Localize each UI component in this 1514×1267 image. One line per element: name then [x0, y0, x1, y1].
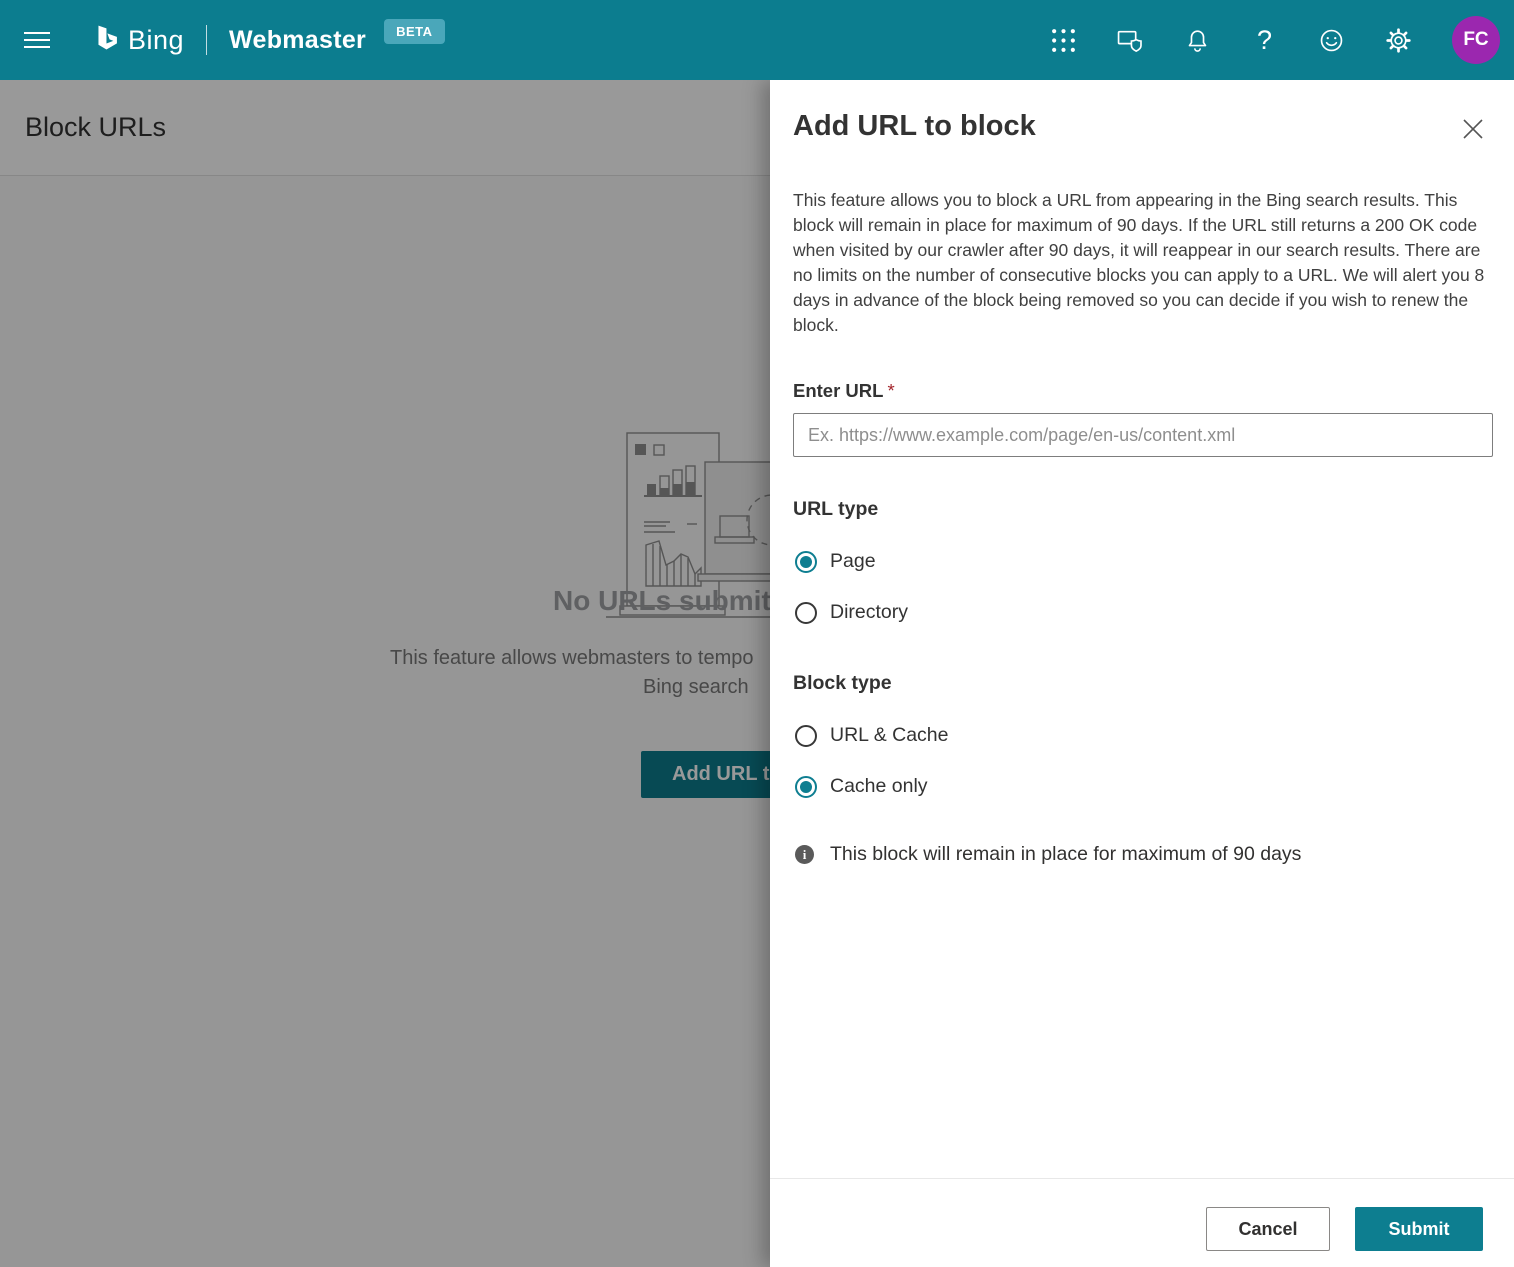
radio-button[interactable] — [795, 602, 817, 624]
required-asterisk: * — [887, 380, 894, 401]
beta-badge: BETA — [384, 19, 444, 44]
top-navigation-bar: Bing Webmaster BETA — [0, 0, 1514, 80]
site-scan-shield-icon[interactable] — [1117, 27, 1144, 54]
radio-button[interactable] — [795, 725, 817, 747]
bing-webmaster-brand[interactable]: Bing Webmaster BETA — [94, 24, 445, 56]
app-window: Bing Webmaster BETA — [0, 0, 1514, 1267]
question-mark-glyph: ? — [1257, 27, 1272, 54]
radio-option-page[interactable]: Page — [795, 550, 876, 573]
submit-button[interactable]: Submit — [1355, 1207, 1483, 1251]
radio-label: Cache only — [830, 775, 928, 798]
topbar-actions: ? — [1050, 16, 1514, 64]
info-icon: i — [795, 845, 814, 864]
feedback-smiley-icon[interactable] — [1318, 27, 1345, 54]
radio-option-directory[interactable]: Directory — [795, 601, 908, 624]
radio-label: Directory — [830, 601, 908, 624]
drawer-description: This feature allows you to block a URL f… — [793, 188, 1493, 338]
hamburger-menu-icon[interactable] — [24, 27, 50, 53]
add-url-to-block-drawer: Add URL to block This feature allows you… — [770, 80, 1514, 1267]
radio-button[interactable] — [795, 551, 817, 573]
radio-option-cache-only[interactable]: Cache only — [795, 775, 928, 798]
drawer-footer: Cancel Submit — [770, 1178, 1514, 1267]
url-type-label: URL type — [793, 498, 878, 521]
bing-wordmark: Bing — [128, 25, 184, 56]
webmaster-wordmark: Webmaster — [229, 26, 366, 55]
enter-url-label-text: Enter URL — [793, 380, 883, 401]
radio-button[interactable] — [795, 776, 817, 798]
settings-gear-icon[interactable] — [1385, 27, 1412, 54]
block-type-label: Block type — [793, 672, 892, 695]
brand-divider — [206, 25, 207, 55]
cancel-button[interactable]: Cancel — [1206, 1207, 1330, 1251]
info-note-text: This block will remain in place for maxi… — [830, 843, 1301, 866]
url-input[interactable] — [793, 413, 1493, 457]
drawer-title: Add URL to block — [793, 110, 1036, 143]
apps-grid-icon[interactable] — [1050, 27, 1077, 54]
info-note-row: i This block will remain in place for ma… — [795, 843, 1301, 866]
close-icon[interactable] — [1460, 116, 1486, 142]
radio-label: Page — [830, 550, 876, 573]
user-avatar[interactable]: FC — [1452, 16, 1500, 64]
radio-label: URL & Cache — [830, 724, 949, 747]
bing-logo-icon — [94, 24, 120, 56]
help-icon[interactable]: ? — [1251, 27, 1278, 54]
radio-option-url-and-cache[interactable]: URL & Cache — [795, 724, 949, 747]
notifications-bell-icon[interactable] — [1184, 27, 1211, 54]
enter-url-label: Enter URL* — [793, 380, 895, 402]
